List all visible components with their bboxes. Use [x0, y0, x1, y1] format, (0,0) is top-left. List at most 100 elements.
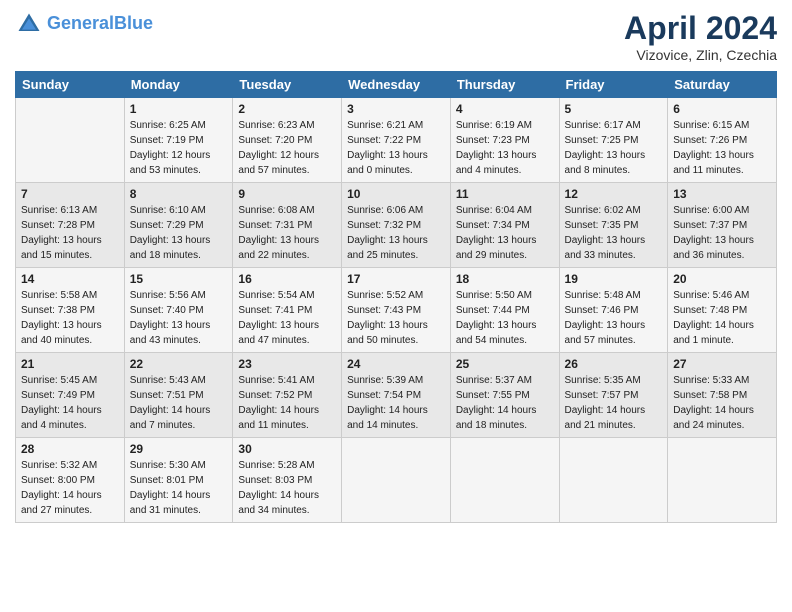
day-number: 6 [673, 102, 771, 116]
day-info: Sunrise: 5:54 AM Sunset: 7:41 PM Dayligh… [238, 288, 336, 348]
day-info: Sunrise: 5:41 AM Sunset: 7:52 PM Dayligh… [238, 373, 336, 433]
col-monday: Monday [124, 72, 233, 98]
day-info: Sunrise: 5:48 AM Sunset: 7:46 PM Dayligh… [565, 288, 663, 348]
day-number: 25 [456, 357, 554, 371]
table-row: 1 Sunrise: 6:25 AM Sunset: 7:19 PM Daylig… [124, 98, 233, 183]
day-number: 26 [565, 357, 663, 371]
table-row: 30Sunrise: 5:28 AM Sunset: 8:03 PM Dayli… [233, 438, 342, 523]
table-row: 27 Sunrise: 5:33 AM Sunset: 7:58 PM Dayli… [668, 353, 777, 438]
day-number: 16 [238, 272, 336, 286]
day-info: Sunrise: 6:08 AM Sunset: 7:31 PM Dayligh… [238, 203, 336, 263]
page-container: GeneralBlue April 2024 Vizovice, Zlin, C… [0, 0, 792, 533]
logo-icon [15, 10, 43, 38]
logo-text: GeneralBlue [47, 14, 153, 34]
day-number: 7 [21, 187, 119, 201]
day-number: 9 [238, 187, 336, 201]
table-row: 13Sunrise: 6:00 AM Sunset: 7:37 PM Dayli… [668, 183, 777, 268]
table-row: 25 Sunrise: 5:37 AM Sunset: 7:55 PM Dayli… [450, 353, 559, 438]
day-info: Sunrise: 5:50 AM Sunset: 7:44 PM Dayligh… [456, 288, 554, 348]
day-info: Sunrise: 5:58 AM Sunset: 7:38 PM Dayligh… [21, 288, 119, 348]
table-row: 4Sunrise: 6:19 AM Sunset: 7:23 PM Daylig… [450, 98, 559, 183]
day-number: 19 [565, 272, 663, 286]
table-row [559, 438, 668, 523]
table-row [16, 98, 125, 183]
day-info: Sunrise: 5:56 AM Sunset: 7:40 PM Dayligh… [130, 288, 228, 348]
day-number: 2 [238, 102, 336, 116]
calendar-week-row: 7 Sunrise: 6:13 AM Sunset: 7:28 PM Daylig… [16, 183, 777, 268]
day-info: Sunrise: 5:52 AM Sunset: 7:43 PM Dayligh… [347, 288, 445, 348]
day-info: Sunrise: 6:21 AM Sunset: 7:22 PM Dayligh… [347, 118, 445, 178]
day-info: Sunrise: 5:43 AM Sunset: 7:51 PM Dayligh… [130, 373, 228, 433]
day-info: Sunrise: 5:33 AM Sunset: 7:58 PM Dayligh… [673, 373, 771, 433]
table-row: 11 Sunrise: 6:04 AM Sunset: 7:34 PM Dayli… [450, 183, 559, 268]
calendar-table: Sunday Monday Tuesday Wednesday Thursday… [15, 71, 777, 523]
table-row: 22 Sunrise: 5:43 AM Sunset: 7:51 PM Dayli… [124, 353, 233, 438]
col-tuesday: Tuesday [233, 72, 342, 98]
table-row [342, 438, 451, 523]
calendar-week-row: 28Sunrise: 5:32 AM Sunset: 8:00 PM Dayli… [16, 438, 777, 523]
table-row: 24Sunrise: 5:39 AM Sunset: 7:54 PM Dayli… [342, 353, 451, 438]
table-row: 12Sunrise: 6:02 AM Sunset: 7:35 PM Dayli… [559, 183, 668, 268]
day-number: 22 [130, 357, 228, 371]
table-row: 8 Sunrise: 6:10 AM Sunset: 7:29 PM Daylig… [124, 183, 233, 268]
day-number: 14 [21, 272, 119, 286]
day-number: 10 [347, 187, 445, 201]
table-row: 29 Sunrise: 5:30 AM Sunset: 8:01 PM Dayli… [124, 438, 233, 523]
location: Vizovice, Zlin, Czechia [624, 47, 777, 63]
table-row: 21 Sunrise: 5:45 AM Sunset: 7:49 PM Dayli… [16, 353, 125, 438]
table-row: 26Sunrise: 5:35 AM Sunset: 7:57 PM Dayli… [559, 353, 668, 438]
day-number: 23 [238, 357, 336, 371]
table-row: 6 Sunrise: 6:15 AM Sunset: 7:26 PM Daylig… [668, 98, 777, 183]
day-number: 1 [130, 102, 228, 116]
table-row: 23 Sunrise: 5:41 AM Sunset: 7:52 PM Dayli… [233, 353, 342, 438]
table-row: 28Sunrise: 5:32 AM Sunset: 8:00 PM Dayli… [16, 438, 125, 523]
day-number: 17 [347, 272, 445, 286]
day-info: Sunrise: 5:28 AM Sunset: 8:03 PM Dayligh… [238, 458, 336, 518]
logo-line1: General [47, 13, 114, 33]
day-number: 21 [21, 357, 119, 371]
calendar-week-row: 14 Sunrise: 5:58 AM Sunset: 7:38 PM Dayli… [16, 268, 777, 353]
day-number: 18 [456, 272, 554, 286]
table-row: 10 Sunrise: 6:06 AM Sunset: 7:32 PM Dayli… [342, 183, 451, 268]
col-sunday: Sunday [16, 72, 125, 98]
day-info: Sunrise: 6:25 AM Sunset: 7:19 PM Dayligh… [130, 118, 228, 178]
table-row: 5Sunrise: 6:17 AM Sunset: 7:25 PM Daylig… [559, 98, 668, 183]
day-number: 29 [130, 442, 228, 456]
table-row [668, 438, 777, 523]
day-number: 11 [456, 187, 554, 201]
calendar-week-row: 21 Sunrise: 5:45 AM Sunset: 7:49 PM Dayli… [16, 353, 777, 438]
logo: GeneralBlue [15, 10, 153, 38]
calendar-week-row: 1 Sunrise: 6:25 AM Sunset: 7:19 PM Daylig… [16, 98, 777, 183]
day-info: Sunrise: 6:06 AM Sunset: 7:32 PM Dayligh… [347, 203, 445, 263]
table-row: 9 Sunrise: 6:08 AM Sunset: 7:31 PM Daylig… [233, 183, 342, 268]
day-info: Sunrise: 6:15 AM Sunset: 7:26 PM Dayligh… [673, 118, 771, 178]
day-info: Sunrise: 5:30 AM Sunset: 8:01 PM Dayligh… [130, 458, 228, 518]
day-info: Sunrise: 6:23 AM Sunset: 7:20 PM Dayligh… [238, 118, 336, 178]
table-row: 20Sunrise: 5:46 AM Sunset: 7:48 PM Dayli… [668, 268, 777, 353]
table-row: 19 Sunrise: 5:48 AM Sunset: 7:46 PM Dayli… [559, 268, 668, 353]
table-row: 16 Sunrise: 5:54 AM Sunset: 7:41 PM Dayli… [233, 268, 342, 353]
day-number: 15 [130, 272, 228, 286]
col-saturday: Saturday [668, 72, 777, 98]
day-number: 28 [21, 442, 119, 456]
day-number: 8 [130, 187, 228, 201]
day-info: Sunrise: 6:13 AM Sunset: 7:28 PM Dayligh… [21, 203, 119, 263]
day-info: Sunrise: 5:39 AM Sunset: 7:54 PM Dayligh… [347, 373, 445, 433]
table-row: 18 Sunrise: 5:50 AM Sunset: 7:44 PM Dayli… [450, 268, 559, 353]
table-row: 3Sunrise: 6:21 AM Sunset: 7:22 PM Daylig… [342, 98, 451, 183]
day-info: Sunrise: 6:17 AM Sunset: 7:25 PM Dayligh… [565, 118, 663, 178]
day-info: Sunrise: 6:10 AM Sunset: 7:29 PM Dayligh… [130, 203, 228, 263]
day-number: 4 [456, 102, 554, 116]
col-thursday: Thursday [450, 72, 559, 98]
table-row: 15 Sunrise: 5:56 AM Sunset: 7:40 PM Dayli… [124, 268, 233, 353]
day-info: Sunrise: 6:02 AM Sunset: 7:35 PM Dayligh… [565, 203, 663, 263]
calendar-body: 1 Sunrise: 6:25 AM Sunset: 7:19 PM Daylig… [16, 98, 777, 523]
day-number: 27 [673, 357, 771, 371]
title-block: April 2024 Vizovice, Zlin, Czechia [624, 10, 777, 63]
day-info: Sunrise: 5:45 AM Sunset: 7:49 PM Dayligh… [21, 373, 119, 433]
day-info: Sunrise: 5:37 AM Sunset: 7:55 PM Dayligh… [456, 373, 554, 433]
day-info: Sunrise: 6:04 AM Sunset: 7:34 PM Dayligh… [456, 203, 554, 263]
table-row: 17 Sunrise: 5:52 AM Sunset: 7:43 PM Dayli… [342, 268, 451, 353]
table-row [450, 438, 559, 523]
day-info: Sunrise: 6:00 AM Sunset: 7:37 PM Dayligh… [673, 203, 771, 263]
